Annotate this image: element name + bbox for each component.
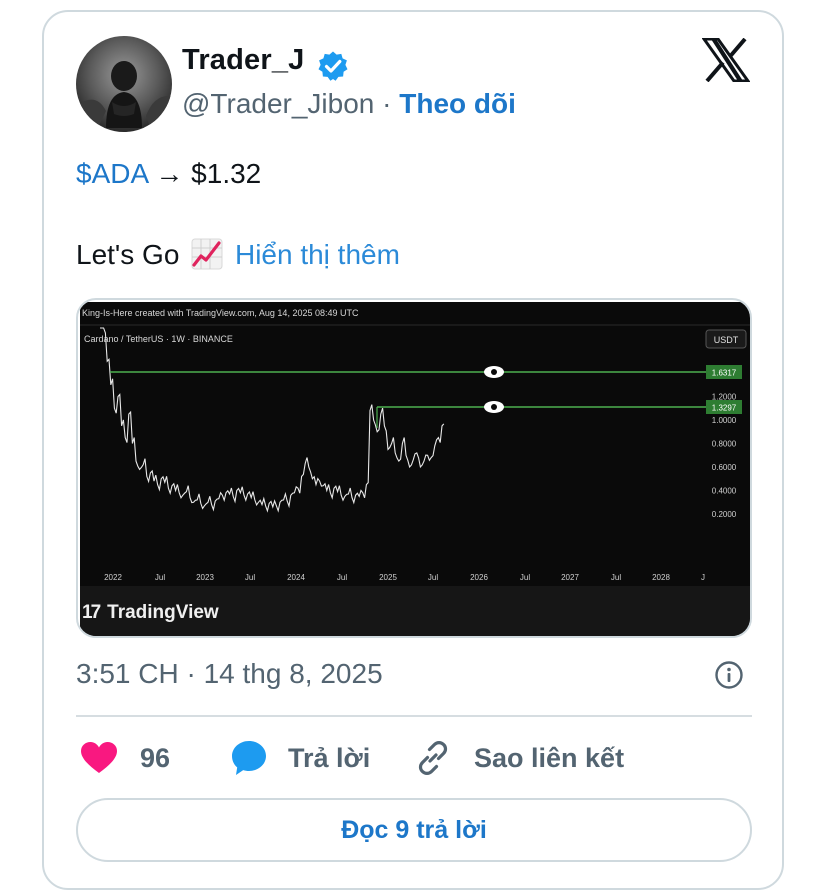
level-label: 1.3297 — [712, 404, 737, 413]
currency-label: USDT — [714, 335, 739, 345]
x-tick-label: Jul — [520, 573, 530, 582]
x-tick-label: 2022 — [104, 573, 122, 582]
copy-link-label: Sao liên kết — [474, 742, 625, 773]
level-label: 1.6317 — [712, 369, 737, 378]
tweet-text-line-1: $ADA → $1.32 — [76, 158, 261, 190]
x-tick-label: Jul — [155, 573, 165, 582]
show-more-link[interactable]: Hiển thị thêm — [235, 239, 400, 270]
cashtag-link[interactable]: $ADA — [76, 158, 148, 189]
tweet-text-line-2: Let's Go Hiển thị thêm — [76, 238, 400, 271]
y-tick-label: 1.2000 — [712, 393, 737, 402]
tradingview-logo: 17 TradingView — [82, 602, 219, 624]
eye-marker-pupil — [491, 404, 497, 410]
x-tick-label: 2026 — [470, 573, 488, 582]
y-tick-label: 0.8000 — [712, 440, 737, 449]
copy-link-button[interactable]: Sao liên kết — [414, 738, 624, 778]
x-tick-label: 2028 — [652, 573, 670, 582]
like-button[interactable]: 96 — [80, 738, 170, 778]
info-icon[interactable] — [714, 660, 744, 690]
y-tick-label: 1.0000 — [712, 416, 737, 425]
price-series-line — [100, 327, 445, 513]
tweet-media[interactable]: King-Is-Here created with TradingView.co… — [76, 298, 752, 638]
x-tick-label: J — [701, 573, 705, 582]
tweet-text: Let's Go — [76, 239, 180, 270]
heart-icon — [81, 742, 117, 773]
x-tick-label: Jul — [428, 573, 438, 582]
x-tick-label: Jul — [611, 573, 621, 582]
chart-header-text: King-Is-Here created with TradingView.co… — [82, 308, 359, 318]
handle-row: @Trader_Jibon · Theo dõi — [182, 88, 516, 120]
price-chart: King-Is-Here created with TradingView.co… — [80, 308, 750, 582]
author-name[interactable]: Trader_J — [182, 44, 305, 77]
tweet-timestamp[interactable]: 3:51 CH · 14 thg 8, 2025 — [76, 658, 383, 690]
author-handle[interactable]: @Trader_Jibon — [182, 88, 374, 119]
tradingview-brand-label: TradingView — [107, 602, 219, 623]
follow-button[interactable]: Theo dõi — [399, 88, 516, 119]
x-tick-label: Jul — [245, 573, 255, 582]
tradingview-mark-icon: 17 — [82, 602, 101, 623]
y-tick-label: 0.6000 — [712, 463, 737, 472]
like-count: 96 — [140, 742, 171, 773]
x-tick-label: 2023 — [196, 573, 214, 582]
eye-marker-pupil — [491, 369, 497, 375]
verified-badge-icon — [318, 51, 348, 81]
reply-action-button[interactable]: Trả lời — [230, 738, 370, 778]
avatar[interactable] — [76, 36, 172, 132]
y-tick-label: 0.2000 — [712, 510, 737, 519]
x-tick-label: 2027 — [561, 573, 579, 582]
price-text: → $1.32 — [155, 158, 262, 189]
tradingview-footer: 17 TradingView — [80, 586, 750, 636]
x-tick-label: 2025 — [379, 573, 397, 582]
read-replies-button[interactable]: Đọc 9 trả lời — [76, 798, 752, 862]
handle-separator: · — [382, 88, 392, 119]
x-tick-label: 2024 — [287, 573, 305, 582]
chart-increasing-emoji-icon — [191, 238, 223, 270]
reply-bubble-icon — [232, 741, 266, 775]
link-icon — [418, 741, 448, 775]
x-tick-label: Jul — [337, 573, 347, 582]
x-logo-icon[interactable] — [702, 38, 750, 82]
read-replies-label: Đọc 9 trả lời — [341, 815, 487, 844]
y-tick-label: 0.4000 — [712, 487, 737, 496]
chart-image[interactable]: King-Is-Here created with TradingView.co… — [80, 302, 750, 636]
reply-label: Trả lời — [288, 742, 371, 773]
divider — [76, 715, 752, 717]
